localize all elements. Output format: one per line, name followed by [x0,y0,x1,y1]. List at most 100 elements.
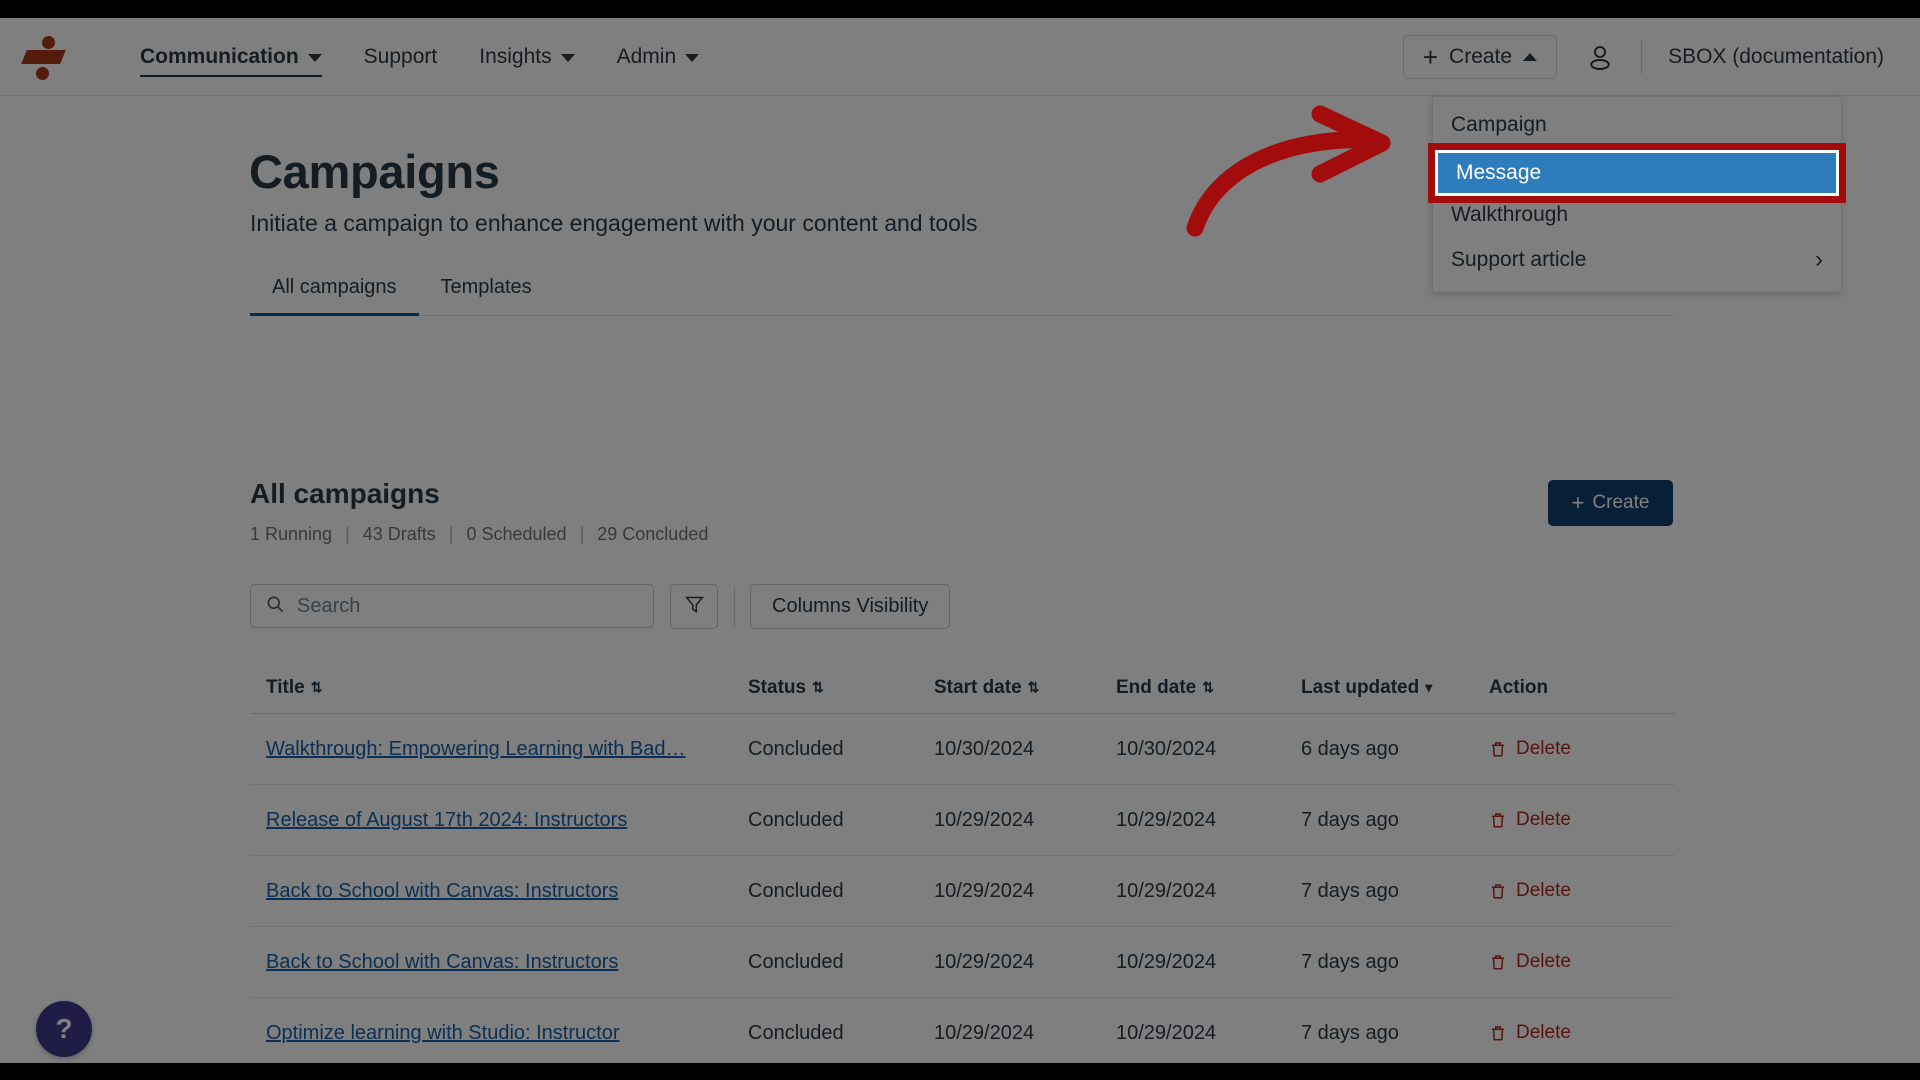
menu-item-support-article[interactable]: Support article › [1433,237,1841,282]
columns-visibility-label: Columns Visibility [772,595,929,617]
table-row: Optimize learning with Studio: Instructo… [250,998,1675,1063]
search-box[interactable] [250,584,654,628]
campaign-title-link[interactable]: Release of August 17th 2024: Instructors [266,809,736,832]
campaign-start-date: 10/30/2024 [934,737,1035,760]
nav-item-admin[interactable]: Admin [617,18,700,96]
campaign-last-updated: 7 days ago [1301,1021,1399,1044]
plus-icon: + [1422,41,1439,72]
delete-button[interactable]: Delete [1489,951,1649,973]
campaign-title-link[interactable]: Back to School with Canvas: Instructors [266,951,736,974]
chevron-right-icon: › [1815,245,1823,273]
delete-label: Delete [1516,951,1571,972]
table-body: Walkthrough: Empowering Learning with Ba… [250,714,1675,1063]
campaign-end-date: 10/29/2024 [1116,1021,1217,1044]
stat-divider: | [345,524,350,544]
column-header-last-updated[interactable]: Last updated ▾ [1301,677,1489,699]
column-header-label: Action [1489,676,1549,698]
campaign-start-date: 10/29/2024 [934,879,1035,902]
campaign-start-date: 10/29/2024 [934,808,1035,831]
campaign-end-date: 10/29/2024 [1116,879,1217,902]
campaign-stats: 1 Running | 43 Drafts | 0 Scheduled | 29… [250,524,708,545]
table-row: Back to School with Canvas: Instructors … [250,856,1675,927]
trash-icon [1492,1026,1504,1041]
delete-label: Delete [1516,880,1571,901]
delete-label: Delete [1516,809,1571,830]
delete-button[interactable]: Delete [1489,880,1649,902]
column-header-action: Action [1489,677,1649,699]
tab-templates[interactable]: Templates [419,268,554,315]
create-dropdown-button[interactable]: + Create [1402,34,1558,79]
filter-button[interactable] [670,584,718,629]
column-header-label: Status [748,676,807,698]
toolbar-divider [734,586,735,628]
delete-button[interactable]: Delete [1489,738,1649,760]
columns-visibility-button[interactable]: Columns Visibility [750,584,951,629]
campaign-start-date: 10/29/2024 [934,950,1035,973]
search-input[interactable] [297,594,639,618]
campaign-end-date: 10/29/2024 [1116,808,1217,831]
tab-all-campaigns[interactable]: All campaigns [250,268,419,316]
nav-right-group: + Create SBOX (documentation) [1402,18,1920,96]
campaign-status: Concluded [748,808,844,831]
menu-item-label: Campaign [1451,112,1547,136]
campaign-start-date: 10/29/2024 [934,1021,1035,1044]
tab-label: All campaigns [272,276,397,298]
column-header-end-date[interactable]: End date ⇅ [1116,677,1301,699]
column-header-title[interactable]: Title ⇅ [250,677,748,699]
nav-item-insights[interactable]: Insights [479,18,575,96]
account-name-label: SBOX (documentation) [1668,44,1884,68]
delete-label: Delete [1516,1022,1571,1043]
stat-running: 1 Running [250,524,333,544]
delete-label: Delete [1516,738,1571,759]
campaign-status: Concluded [748,879,844,902]
column-header-start-date[interactable]: Start date ⇅ [934,677,1116,699]
column-header-status[interactable]: Status ⇅ [748,677,934,699]
table-row: Release of August 17th 2024: Instructors… [250,785,1675,856]
sort-icon: ⇅ [1202,679,1214,695]
trash-icon [1492,884,1504,899]
column-header-label: Last updated [1301,676,1420,698]
question-mark-icon: ? [55,1013,73,1044]
top-navigation-bar: Communication Support Insights Admin + C… [0,18,1920,96]
app-logo-icon[interactable] [21,34,68,80]
user-account-icon[interactable] [1585,42,1615,72]
page-title: Campaigns [249,145,500,198]
delete-button[interactable]: Delete [1489,809,1649,831]
stat-divider: | [579,524,585,544]
nav-item-label: Support [363,44,438,68]
table-row: Walkthrough: Empowering Learning with Ba… [250,714,1675,785]
create-button-label: Create [1592,492,1650,513]
campaign-end-date: 10/29/2024 [1116,950,1217,973]
campaign-status: Concluded [748,737,844,760]
create-button-label: Create [1449,44,1513,68]
chevron-down-icon [560,54,575,62]
sort-icon: ▾ [1425,679,1433,695]
campaign-status: Concluded [748,950,844,973]
chevron-down-icon [685,54,700,62]
stat-drafts: 43 Drafts [362,524,436,544]
campaign-title-link[interactable]: Walkthrough: Empowering Learning with Ba… [266,738,736,761]
plus-icon: + [1571,490,1585,515]
column-header-label: End date [1116,676,1197,698]
menu-item-label: Support article [1451,247,1587,271]
nav-item-communication[interactable]: Communication [140,18,322,96]
delete-button[interactable]: Delete [1489,1022,1649,1044]
help-button[interactable]: ? [36,1001,92,1057]
menu-item-label: Walkthrough [1451,202,1569,226]
nav-item-label: Communication [140,44,299,68]
nav-item-support[interactable]: Support [364,18,438,96]
menu-item-campaign[interactable]: Campaign [1433,102,1841,147]
stat-scheduled: 0 Scheduled [466,524,567,544]
highlighted-menu-item-message[interactable]: Message [1435,150,1839,196]
campaign-last-updated: 7 days ago [1301,950,1399,973]
trash-icon [1492,742,1504,757]
chevron-up-icon [1523,52,1538,61]
campaign-title-link[interactable]: Optimize learning with Studio: Instructo… [266,1022,736,1045]
create-button[interactable]: + Create [1548,480,1673,526]
tab-label: Templates [440,276,532,298]
column-header-label: Title [266,676,305,698]
trash-icon [1492,955,1504,970]
stat-concluded: 29 Concluded [597,524,709,544]
filter-funnel-icon [684,594,705,620]
campaign-title-link[interactable]: Back to School with Canvas: Instructors [266,880,736,903]
